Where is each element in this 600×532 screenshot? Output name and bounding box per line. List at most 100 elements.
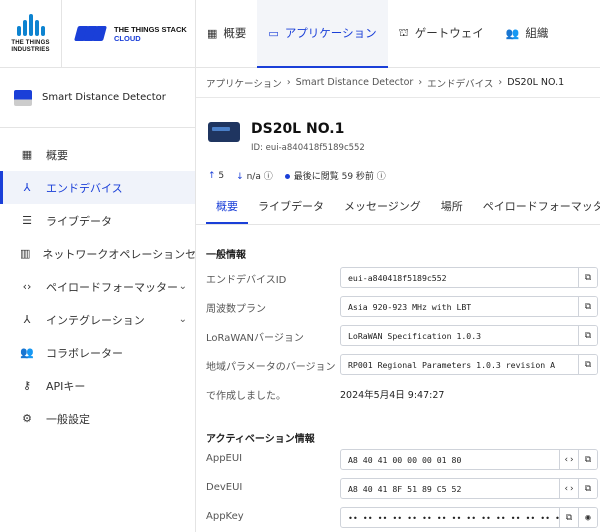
copy-icon[interactable]: ⧉ bbox=[578, 479, 597, 498]
app-key-value: •• •• •• •• •• •• •• •• •• •• •• •• •• •… bbox=[348, 512, 580, 523]
arrow-down-icon: ↓ bbox=[236, 172, 244, 182]
copy-icon[interactable]: ⧉ bbox=[578, 268, 597, 287]
sidebar-item-integrations[interactable]: ⅄ インテグレーション ⌄ bbox=[0, 303, 195, 336]
sidebar-item-label: エンドデバイス bbox=[46, 181, 123, 195]
copy-icon[interactable]: ⧉ bbox=[578, 297, 597, 316]
breadcrumb-current: DS20L NO.1 bbox=[507, 77, 565, 88]
people-icon: 👥 bbox=[20, 346, 34, 359]
sidebar-item-network-operations-center[interactable]: ▥ ネットワークオペレーションセンター bbox=[0, 237, 195, 270]
regional-parameters-field: RP001 Regional Parameters 1.0.3 revision… bbox=[340, 354, 598, 375]
row-label: で作成しました。 bbox=[206, 391, 286, 402]
copy-icon[interactable]: ⧉ bbox=[578, 326, 597, 345]
nav-overview[interactable]: ▦ 概要 bbox=[196, 0, 257, 68]
device-icon bbox=[208, 122, 240, 142]
copy-icon[interactable]: ⧉ bbox=[578, 355, 597, 374]
chevron-down-icon[interactable]: ⌄ bbox=[179, 314, 187, 325]
device-hub-icon: ⅄ bbox=[23, 181, 31, 194]
copy-icon[interactable]: ⧉ bbox=[559, 508, 578, 527]
nav-applications-label: アプリケーション bbox=[284, 26, 377, 40]
breadcrumb-end-devices[interactable]: エンドデバイス bbox=[427, 76, 493, 90]
end-device-id-field: eui-a840418f5189c552 ⧉ bbox=[340, 267, 598, 288]
tab-live-data[interactable]: ライブデータ bbox=[248, 196, 334, 224]
ttn-logo-bars-icon bbox=[16, 14, 45, 36]
lorawan-version-field: LoRaWAN Specification 1.0.3 ⧉ bbox=[340, 325, 598, 346]
stack-logo-icon bbox=[73, 24, 108, 44]
copy-icon[interactable]: ⧉ bbox=[578, 450, 597, 469]
sidebar-item-label: 概要 bbox=[46, 148, 68, 162]
ttn-logo-line1: THE THINGS bbox=[11, 40, 50, 46]
sidebar-item-end-devices[interactable]: ⅄ エンドデバイス bbox=[0, 171, 195, 204]
breadcrumb-application[interactable]: Smart Distance Detector bbox=[296, 77, 414, 88]
sidebar-item-label: ネットワークオペレーションセンター bbox=[42, 247, 195, 261]
tab-messaging[interactable]: メッセージング bbox=[334, 196, 431, 224]
sidebar-item-collaborators[interactable]: 👥 コラボレーター bbox=[0, 336, 195, 369]
general-info-section: 一般情報 bbox=[206, 246, 600, 261]
lorawan-version-value: LoRaWAN Specification 1.0.3 bbox=[348, 330, 482, 341]
stack-logo-line1: THE THINGS STACK bbox=[114, 25, 187, 34]
stack-logo[interactable]: THE THINGS STACK CLOUD bbox=[62, 0, 196, 68]
breadcrumb-applications[interactable]: アプリケーション bbox=[206, 76, 282, 90]
downlink-count: ↓ n/a ⓘ bbox=[236, 169, 273, 182]
sidebar-app-header[interactable]: Smart Distance Detector bbox=[0, 68, 195, 128]
row-dev-eui: DevEUI A8 40 41 8F 51 89 C5 52 ‹› ⧉ bbox=[206, 478, 600, 500]
chevron-right-icon: › bbox=[418, 77, 423, 88]
arrow-up-icon: ↑ bbox=[208, 170, 216, 181]
sidebar-item-label: インテグレーション bbox=[46, 313, 145, 327]
grid-icon: ▦ bbox=[21, 148, 33, 161]
app-key-field: •• •• •• •• •• •• •• •• •• •• •• •• •• •… bbox=[340, 507, 598, 528]
row-label: AppEUI bbox=[206, 453, 243, 464]
row-frequency-plan: 周波数プラン Asia 920-923 MHz with LBT ⧉ bbox=[206, 296, 600, 318]
merge-icon: ⅄ bbox=[23, 313, 31, 326]
last-seen-text: 最後に閲覧 59 秒前 bbox=[293, 172, 374, 182]
row-label: LoRaWANバージョン bbox=[206, 333, 304, 344]
frequency-plan-value: Asia 920-923 MHz with LBT bbox=[348, 301, 472, 312]
sidebar-item-overview[interactable]: ▦ 概要 bbox=[0, 138, 195, 171]
gear-icon: ⚙ bbox=[22, 412, 32, 425]
device-stats: ↑ 5 ↓ n/a ⓘ 最後に閲覧 59 秒前 ⓘ bbox=[208, 169, 386, 183]
router-icon: ⛫ bbox=[398, 25, 409, 39]
general-info-title: 一般情報 bbox=[206, 250, 246, 261]
device-id: ID: eui-a840418f5189c552 bbox=[251, 143, 365, 153]
row-label: 地域パラメータのバージョン bbox=[206, 362, 336, 373]
end-device-id-value: eui-a840418f5189c552 bbox=[348, 272, 447, 283]
row-created-at: で作成しました。 2024年5月4日 9:47:27 bbox=[206, 383, 600, 405]
chevron-right-icon: › bbox=[286, 77, 291, 88]
code-toggle-icon[interactable]: ‹› bbox=[559, 479, 578, 498]
nav-gateways[interactable]: ⛫ ゲートウェイ bbox=[388, 0, 495, 68]
sidebar-item-general-settings[interactable]: ⚙ 一般設定 bbox=[0, 402, 195, 435]
breadcrumb: アプリケーション › Smart Distance Detector › エンド… bbox=[196, 68, 600, 98]
chevron-right-icon: › bbox=[498, 77, 503, 88]
help-icon[interactable]: ⓘ bbox=[377, 172, 386, 182]
activation-info-section: アクティベーション情報 bbox=[206, 430, 600, 445]
bar-chart-icon: ▥ bbox=[20, 247, 31, 260]
nav-applications[interactable]: ▭ アプリケーション bbox=[257, 0, 388, 68]
row-label: エンドデバイスID bbox=[206, 275, 287, 286]
sidebar-app-name: Smart Distance Detector bbox=[42, 92, 166, 103]
created-at-value: 2024年5月4日 9:47:27 bbox=[340, 390, 445, 401]
chevron-down-icon[interactable]: ⌄ bbox=[179, 281, 187, 292]
app-eui-value: A8 40 41 00 00 00 01 80 bbox=[348, 454, 462, 465]
help-icon[interactable]: ⓘ bbox=[264, 172, 273, 182]
key-icon: ⚷ bbox=[22, 379, 32, 392]
row-label: DevEUI bbox=[206, 482, 243, 493]
sidebar-item-payload-formatters[interactable]: ‹› ペイロードフォーマッター ⌄ bbox=[0, 270, 195, 303]
downlink-value: n/a bbox=[246, 172, 261, 182]
nav-gateways-label: ゲートウェイ bbox=[414, 26, 484, 40]
tab-overview[interactable]: 概要 bbox=[206, 196, 248, 224]
code-toggle-icon[interactable]: ‹› bbox=[559, 450, 578, 469]
eye-icon[interactable]: ◉ bbox=[578, 508, 597, 527]
nav-overview-label: 概要 bbox=[223, 26, 247, 40]
sidebar-item-api-keys[interactable]: ⚷ APIキー bbox=[0, 369, 195, 402]
nav-organizations[interactable]: 👥 組織 bbox=[495, 0, 560, 68]
ttn-logo[interactable]: THE THINGS INDUSTRIES bbox=[0, 0, 62, 68]
tab-location[interactable]: 場所 bbox=[431, 196, 473, 224]
row-label: AppKey bbox=[206, 511, 244, 522]
tab-payload-formatters[interactable]: ペイロードフォーマッター bbox=[473, 196, 600, 224]
group-icon: 👥 bbox=[505, 26, 520, 40]
row-label: 周波数プラン bbox=[206, 304, 266, 315]
sidebar-item-live-data[interactable]: ☰ ライブデータ bbox=[0, 204, 195, 237]
frequency-plan-field: Asia 920-923 MHz with LBT ⧉ bbox=[340, 296, 598, 317]
device-header: DS20L NO.1 ID: eui-a840418f5189c552 bbox=[196, 98, 600, 170]
row-app-eui: AppEUI A8 40 41 00 00 00 01 80 ‹› ⧉ bbox=[206, 449, 600, 471]
sidebar-list: ▦ 概要 ⅄ エンドデバイス ☰ ライブデータ ▥ ネットワークオペレーションセ… bbox=[0, 128, 195, 435]
